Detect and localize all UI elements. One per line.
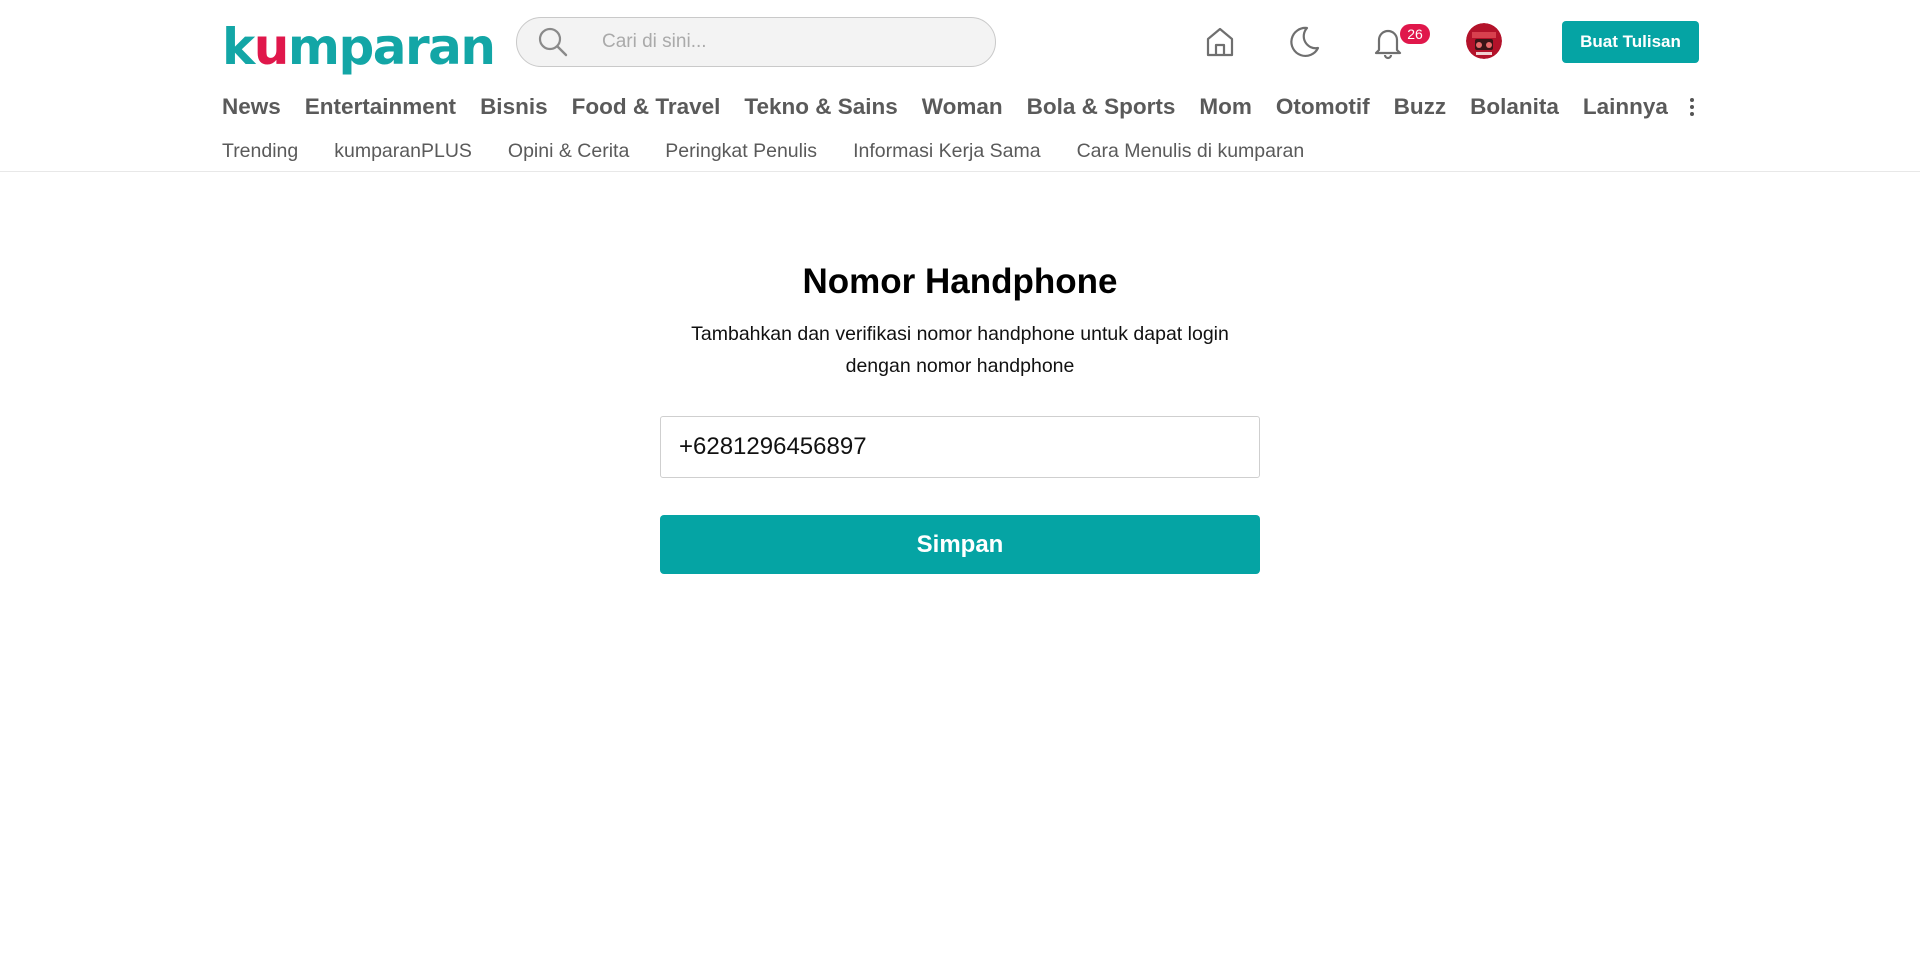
nav-item-bola-sports[interactable]: Bola & Sports	[1027, 92, 1176, 122]
phone-number-input[interactable]	[660, 416, 1260, 478]
subnav-item-cara-menulis[interactable]: Cara Menulis di kumparan	[1077, 138, 1305, 164]
page-description: Tambahkan dan verifikasi nomor handphone…	[691, 323, 1229, 377]
nav-item-bolanita[interactable]: Bolanita	[1470, 92, 1559, 122]
sub-navigation: Trending kumparanPLUS Opini & Cerita Per…	[222, 138, 1304, 164]
kumparan-logo[interactable]: k u mparan	[222, 12, 496, 76]
search-icon	[538, 27, 568, 57]
nav-item-food-travel[interactable]: Food & Travel	[572, 92, 721, 122]
more-menu-icon[interactable]	[1686, 98, 1698, 116]
save-button[interactable]: Simpan	[660, 515, 1260, 574]
nav-item-news[interactable]: News	[222, 92, 281, 122]
avatar[interactable]	[1466, 23, 1502, 59]
nav-item-woman[interactable]: Woman	[922, 92, 1003, 122]
search-bar[interactable]	[516, 17, 996, 67]
subnav-item-kumparanplus[interactable]: kumparanPLUS	[334, 138, 472, 164]
phone-settings-section: Nomor Handphone Tambahkan dan verifikasi…	[0, 173, 1920, 954]
nav-item-bisnis[interactable]: Bisnis	[480, 92, 548, 122]
site-header: kumparan 26 Buat Tulisan News Entertainm…	[0, 0, 1920, 172]
subnav-item-trending[interactable]: Trending	[222, 138, 298, 164]
nav-item-entertainment[interactable]: Entertainment	[305, 92, 456, 122]
main-navigation: News Entertainment Bisnis Food & Travel …	[222, 92, 1698, 122]
subnav-item-opini-cerita[interactable]: Opini & Cerita	[508, 138, 629, 164]
notification-badge: 26	[1400, 24, 1430, 44]
nav-item-mom[interactable]: Mom	[1199, 92, 1252, 122]
logo-part: mparan	[287, 18, 496, 76]
logo-part-accent: u	[253, 18, 290, 76]
page-title: Nomor Handphone	[802, 262, 1118, 301]
nav-item-tekno-sains[interactable]: Tekno & Sains	[744, 92, 897, 122]
nav-item-lainnya[interactable]: Lainnya	[1583, 92, 1668, 122]
search-input[interactable]	[602, 31, 982, 53]
subnav-item-peringkat-penulis[interactable]: Peringkat Penulis	[665, 138, 817, 164]
nav-item-otomotif[interactable]: Otomotif	[1276, 92, 1370, 122]
home-icon[interactable]	[1202, 24, 1238, 60]
logo-part: k	[222, 18, 255, 76]
moon-icon[interactable]	[1286, 24, 1322, 60]
write-article-button[interactable]: Buat Tulisan	[1562, 21, 1699, 63]
subnav-item-informasi-kerja-sama[interactable]: Informasi Kerja Sama	[853, 138, 1041, 164]
avatar-image	[1466, 23, 1502, 59]
nav-item-buzz[interactable]: Buzz	[1394, 92, 1447, 122]
